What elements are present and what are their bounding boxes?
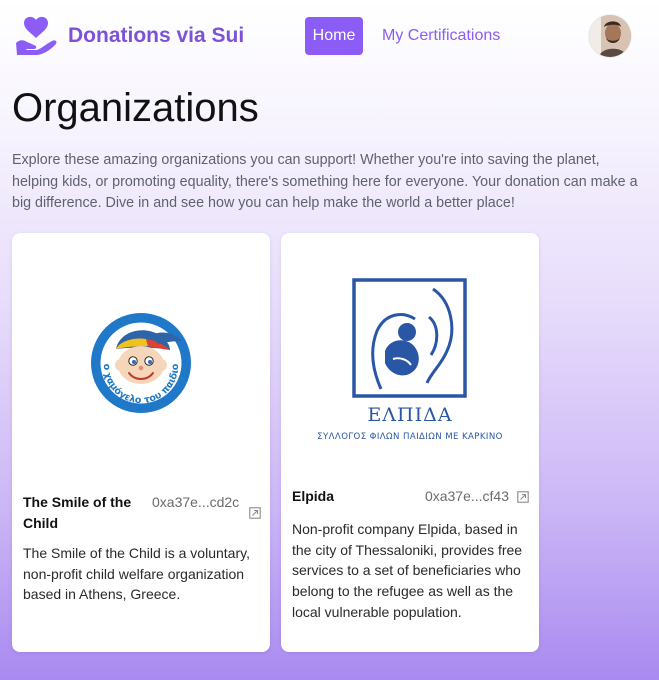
organization-description: The Smile of the Child is a voluntary, n… xyxy=(23,545,250,603)
external-link-icon[interactable] xyxy=(517,491,529,503)
brand-name: Donations via Sui xyxy=(68,24,245,47)
page-intro: Explore these amazing organizations you … xyxy=(12,152,638,211)
organization-logo: ΕΛΠΙΔΑ ΣΥΛΛΟΓΟΣ ΦΙΛΩΝ ΠΑΙΔΙΩΝ ΜΕ ΚΑΡΚΙΝΟ xyxy=(281,233,539,473)
organization-name: The Smile of the Child xyxy=(23,494,132,531)
logo-subtitle: ΣΥΛΛΟΓΟΣ ΦΙΛΩΝ ΠΑΙΔΙΩΝ ΜΕ ΚΑΡΚΙΝΟ xyxy=(317,432,503,442)
organization-name: Elpida xyxy=(292,488,335,504)
page-title: Organizations xyxy=(12,86,259,130)
avatar[interactable] xyxy=(589,15,631,57)
nav-certifications-link[interactable]: My Certifications xyxy=(382,17,500,55)
elpida-logo: ΕΛΠΙΔΑ ΣΥΛΛΟΓΟΣ ΦΙΛΩΝ ΠΑΙΔΙΩΝ ΜΕ ΚΑΡΚΙΝΟ xyxy=(317,278,503,442)
wallet-address: 0xa37e...cd2c xyxy=(152,494,240,510)
external-link-icon[interactable] xyxy=(249,507,261,519)
navbar: Donations via Sui Home My Certifications xyxy=(0,0,659,72)
organization-card-smile-of-the-child[interactable]: Το χαμόγελο του παιδιού The Smile of the… xyxy=(9,225,270,652)
heart-hand-icon xyxy=(16,16,57,55)
organization-card-elpida[interactable]: ΕΛΠΙΔΑ ΣΥΛΛΟΓΟΣ ΦΙΛΩΝ ΠΑΙΔΙΩΝ ΜΕ ΚΑΡΚΙΝΟ… xyxy=(281,233,539,652)
nav-home-button[interactable]: Home xyxy=(305,17,363,55)
user-photo-icon xyxy=(589,15,631,57)
organization-description: Non-profit company Elpida, based in the … xyxy=(292,521,523,620)
smile-of-the-child-logo: Το χαμόγελο του παιδιού xyxy=(9,225,191,413)
brand[interactable]: Donations via Sui xyxy=(14,16,244,56)
organization-logo: Το χαμόγελο του παιδιού xyxy=(9,225,270,473)
logo-title: ΕΛΠΙΔΑ xyxy=(367,404,452,426)
wallet-address: 0xa37e...cf43 xyxy=(424,488,509,504)
